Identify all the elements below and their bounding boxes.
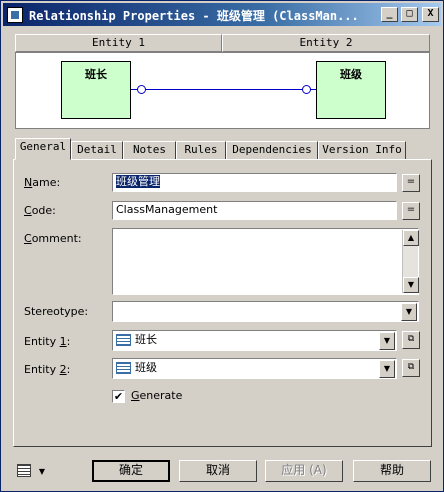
entity-icon <box>116 362 131 374</box>
tab-version-info[interactable]: Version Info <box>318 141 406 160</box>
tab-general[interactable]: General <box>15 138 71 160</box>
tab-rules[interactable]: Rules <box>176 141 226 160</box>
name-edit-button[interactable]: = <box>402 174 420 192</box>
entity1-value: 班长 <box>135 333 157 346</box>
relationship-line <box>131 89 316 90</box>
app-icon <box>7 7 23 23</box>
code-field[interactable]: ClassManagement <box>112 201 397 220</box>
tab-dependencies[interactable]: Dependencies <box>226 141 318 160</box>
tab-notes[interactable]: Notes <box>123 141 176 160</box>
comment-field[interactable] <box>112 228 419 295</box>
menu-button[interactable]: ▼ <box>17 460 51 480</box>
list-menu-icon <box>17 464 31 477</box>
entity1-cardinality-marker <box>137 85 146 94</box>
entity1-label: Entity 1: <box>24 335 71 348</box>
code-edit-button[interactable]: = <box>402 202 420 220</box>
name-value: 班级管理 <box>116 175 160 188</box>
entity1-box: 班长 <box>61 61 131 119</box>
cancel-button[interactable]: 取消 <box>179 460 257 482</box>
scroll-down-icon[interactable]: ▼ <box>403 277 419 293</box>
entity2-dropdown[interactable]: 班级 ▼ <box>112 358 397 379</box>
entity2-label: Entity 2: <box>24 363 71 376</box>
chevron-down-icon[interactable]: ▼ <box>379 332 395 350</box>
comment-label: Comment: <box>24 232 82 245</box>
relationship-diagram: 班长 班级 <box>15 52 430 129</box>
name-field[interactable]: 班级管理 <box>112 173 397 192</box>
entity1-dropdown[interactable]: 班长 ▼ <box>112 330 397 351</box>
diagram-header: Entity 1 Entity 2 <box>15 34 430 52</box>
chevron-down-icon: ▼ <box>38 467 45 476</box>
chevron-down-icon[interactable]: ▼ <box>401 303 417 321</box>
chevron-down-icon[interactable]: ▼ <box>379 360 395 378</box>
maximize-button[interactable]: □ <box>401 7 418 22</box>
window-title: Relationship Properties - 班级管理 (ClassMan… <box>29 9 359 23</box>
entity2-properties-icon[interactable]: ⧉ <box>402 359 420 377</box>
stereotype-label: Stereotype: <box>24 305 89 318</box>
entity2-value: 班级 <box>135 361 157 374</box>
entity1-column-header: Entity 1 <box>15 34 222 52</box>
minimize-button[interactable]: _ <box>381 7 398 22</box>
comment-scrollbar[interactable]: ▲ ▼ <box>402 230 419 293</box>
entity2-column-header: Entity 2 <box>222 34 430 52</box>
title-bar[interactable]: Relationship Properties - 班级管理 (ClassMan… <box>3 3 441 26</box>
generate-checkbox[interactable]: ✔ <box>112 390 125 403</box>
entity1-properties-icon[interactable]: ⧉ <box>402 331 420 349</box>
entity-icon <box>116 334 131 346</box>
stereotype-dropdown[interactable]: ▼ <box>112 301 419 322</box>
name-label: Name: <box>24 176 61 189</box>
close-button[interactable]: X <box>422 7 439 22</box>
entity2-cardinality-marker <box>302 85 311 94</box>
properties-dialog: Relationship Properties - 班级管理 (ClassMan… <box>0 0 444 492</box>
code-label: Code: <box>24 204 56 217</box>
tab-detail[interactable]: Detail <box>71 141 123 160</box>
ok-button[interactable]: 确定 <box>92 460 170 482</box>
generate-label: Generate <box>131 389 183 402</box>
help-button[interactable]: 帮助 <box>353 460 431 482</box>
apply-button[interactable]: 应用 (A) <box>265 460 343 482</box>
scroll-up-icon[interactable]: ▲ <box>403 230 419 246</box>
entity2-box: 班级 <box>316 61 386 119</box>
